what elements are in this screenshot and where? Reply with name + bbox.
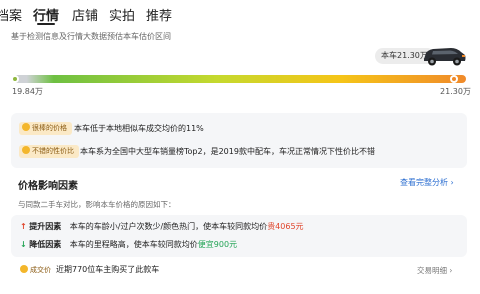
factors-title: 价格影响因素	[18, 181, 78, 192]
lower-amount: 便宜900元	[197, 240, 238, 249]
arrow-up-icon: ↑	[20, 222, 27, 231]
smile-icon	[20, 265, 28, 273]
full-analysis-link[interactable]: 查看完整分析 ›	[400, 177, 454, 188]
raise-factor-row: ↑ 提升因素 本车的车龄小/过户次数少/颜色热门，使本车较同款均价贵4065元	[20, 220, 304, 234]
deal-details-link[interactable]: 交易明细 ›	[417, 265, 452, 276]
tab-archive[interactable]: 档案	[0, 5, 22, 24]
current-price-marker	[450, 75, 458, 83]
highlight-row: 不错的性价比 本车系为全国中大型车销量榜Top2，是2019款中配车，车况正常情…	[11, 144, 467, 160]
factors-description: 与同款二手车对比，影响本车价格的原因如下：	[18, 200, 176, 209]
raise-amount: 贵4065元	[267, 222, 304, 231]
smile-icon	[22, 146, 30, 154]
lower-factor-row: ↓ 降低因素 本车的里程略高，使本车较同款均价便宜900元	[20, 238, 237, 252]
tab-store[interactable]: 店铺	[72, 5, 98, 24]
arrow-down-icon: ↓	[20, 240, 27, 249]
low-price-marker	[11, 75, 19, 83]
factors-panel: ↑ 提升因素 本车的车龄小/过户次数少/颜色热门，使本车较同款均价贵4065元 …	[11, 215, 467, 257]
lower-factor-label: 降低因素	[29, 240, 62, 249]
highlight-text: 本车低于本地相似车成交均价的11%	[74, 124, 204, 133]
highlight-row: 很棒的价格 本车低于本地相似车成交均价的11%	[11, 121, 467, 137]
high-price-label: 21.30万	[440, 87, 471, 96]
top-tab-bar: 档案 行情 店铺 实拍 推荐	[0, 0, 480, 28]
car-thumbnail	[424, 48, 466, 66]
active-tab-indicator	[37, 23, 55, 25]
great-price-tag: 很棒的价格	[19, 122, 72, 135]
highlights-panel: 很棒的价格 本车低于本地相似车成交均价的11% 不错的性价比 本车系为全国中大型…	[11, 113, 467, 168]
price-range-bar	[13, 75, 466, 83]
low-price-label: 19.84万	[12, 87, 43, 96]
raise-factor-label: 提升因素	[29, 222, 62, 231]
smile-icon	[22, 123, 30, 131]
deal-text: 近期770位车主购买了此款车	[56, 265, 160, 274]
deal-price-tag: 成交价	[20, 265, 51, 275]
lower-factor-text: 本车的里程略高，使本车较同款均价	[69, 240, 198, 249]
tab-recommend[interactable]: 推荐	[146, 5, 172, 24]
highlight-text: 本车系为全国中大型车销量榜Top2，是2019款中配车，车况正常情况下性价比不错	[80, 147, 375, 156]
valuation-subtitle: 基于检测信息及行情大数据预估本车估价区间	[11, 32, 171, 41]
deal-row[interactable]: 成交价 近期770位车主购买了此款车 交易明细 ›	[0, 262, 480, 280]
raise-factor-text: 本车的车龄小/过户次数少/颜色热门，使本车较同款均价	[69, 222, 268, 231]
tab-photos[interactable]: 实拍	[109, 5, 135, 24]
value-tag: 不错的性价比	[19, 145, 79, 158]
tab-market[interactable]: 行情	[33, 5, 59, 24]
